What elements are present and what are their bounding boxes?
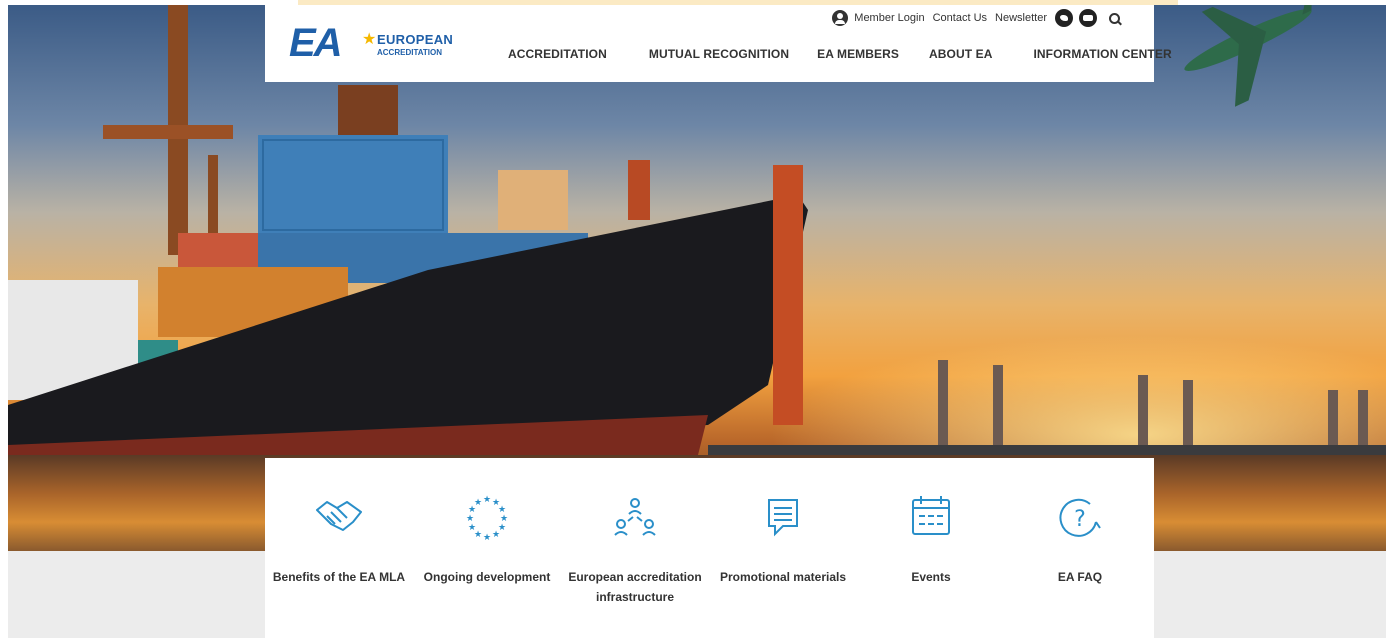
features-panel: Benefits of the EA MLA ★ ★ ★ ★ ★ ★ ★ ★ ★ ★ ★ ★ O… (265, 458, 1154, 638)
feature-label: EA FAQ (1057, 570, 1103, 584)
nav-information-center[interactable]: INFORMATION CENTER (1033, 47, 1171, 61)
ea-logo[interactable]: EA ★ EUROPEAN ACCREDITATION (289, 19, 459, 64)
nav-accreditation[interactable]: ACCREDITATION (508, 47, 607, 61)
newsletter-link[interactable]: Newsletter (995, 8, 1047, 28)
network-people-icon (614, 498, 656, 536)
contact-us-link[interactable]: Contact Us (933, 8, 987, 28)
feature-label: Events (911, 570, 951, 584)
nav-mutual-recognition[interactable]: MUTUAL RECOGNITION (649, 47, 789, 61)
svg-text:★: ★ (492, 530, 500, 540)
feature-label: Ongoing development (423, 570, 551, 584)
svg-text:★: ★ (483, 495, 491, 505)
calendar-icon (912, 496, 950, 535)
utility-nav: Member Login Contact Us Newsletter (832, 8, 1120, 28)
svg-text:★: ★ (466, 514, 474, 524)
logo-mark: EA (289, 21, 343, 65)
nav-about-ea[interactable]: ABOUT EA (929, 47, 992, 61)
handshake-icon (316, 501, 362, 531)
feature-label: Promotional materials (719, 570, 847, 584)
star-icon: ★ (362, 31, 377, 48)
youtube-icon[interactable] (1079, 9, 1097, 27)
user-icon[interactable] (832, 10, 849, 26)
eu-stars-icon: ★ ★★ ★★★ ★★★ ★★★ (466, 495, 508, 540)
feature-label: Benefits of the EA MLA (272, 570, 406, 584)
nav-ea-members[interactable]: EA MEMBERS (817, 47, 899, 61)
member-login-link[interactable]: Member Login (854, 8, 924, 28)
site-header: EA ★ EUROPEAN ACCREDITATION Member Login… (265, 5, 1172, 82)
document-icon (768, 499, 798, 537)
svg-text:?: ? (1074, 507, 1086, 532)
logo-text-european: EUROPEAN (377, 32, 454, 47)
svg-text:★: ★ (468, 523, 476, 533)
logo-text-accreditation: ACCREDITATION (377, 48, 443, 57)
main-menu: ACCREDITATION MUTUAL RECOGNITION EA MEMB… (508, 47, 1172, 61)
svg-text:★: ★ (474, 498, 482, 508)
feature-label: European accreditation infrastructure (568, 570, 702, 604)
search-icon[interactable] (1109, 12, 1120, 24)
svg-text:★: ★ (483, 533, 491, 540)
twitter-icon[interactable] (1055, 9, 1073, 27)
question-icon: ? (1059, 498, 1101, 537)
